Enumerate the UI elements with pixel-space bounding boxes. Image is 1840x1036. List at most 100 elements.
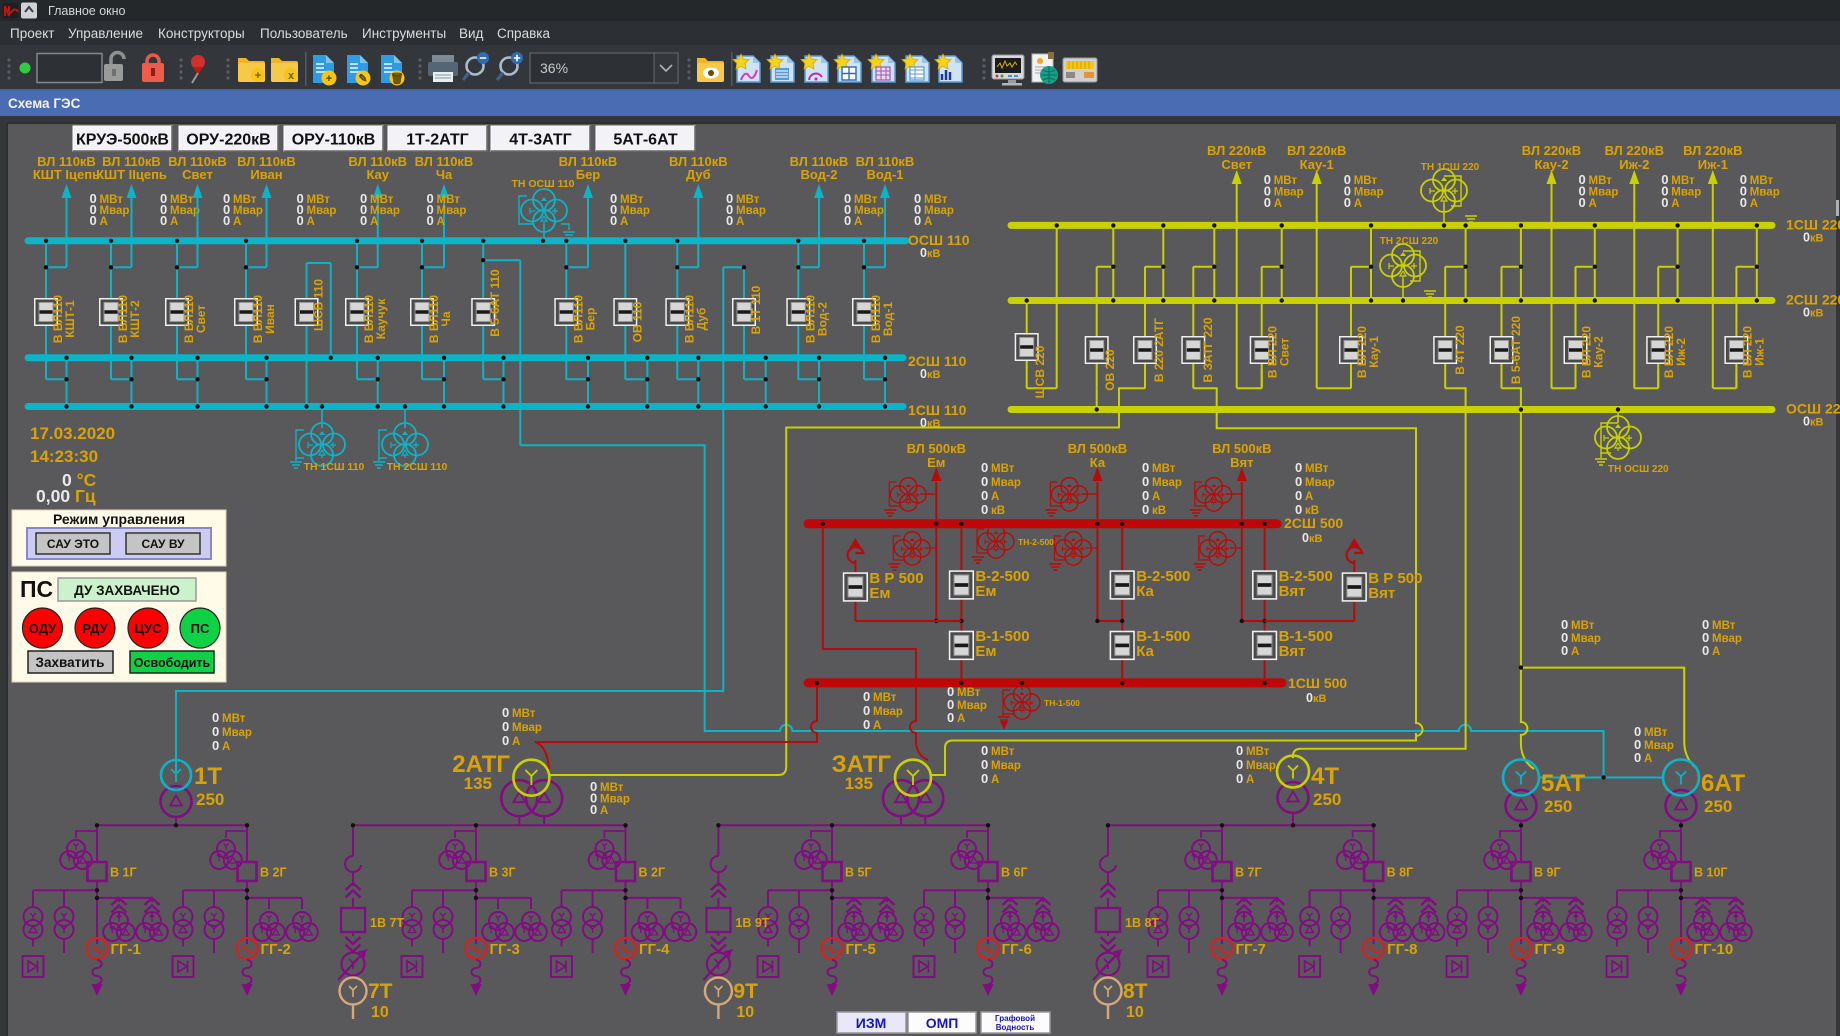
- svg-text:Ка: Ка: [1136, 583, 1154, 600]
- svg-text:0: 0: [981, 460, 988, 475]
- svg-text:Иж-1: Иж-1: [1752, 338, 1766, 366]
- svg-text:В 220 2АТГ: В 220 2АТГ: [1152, 318, 1166, 382]
- svg-text:0: 0: [1295, 474, 1302, 489]
- svg-text:В 2Г: В 2Г: [639, 866, 666, 880]
- svg-text:0: 0: [223, 213, 230, 228]
- svg-text:ОСШ 110: ОСШ 110: [908, 232, 970, 248]
- svg-text:МВт: МВт: [1274, 175, 1298, 187]
- svg-text:МВт: МВт: [512, 708, 536, 720]
- svg-text:10: 10: [736, 1004, 754, 1021]
- svg-text:Схема ГЭС: Схема ГЭС: [8, 96, 81, 111]
- svg-text:САУ ВУ: САУ ВУ: [141, 537, 185, 551]
- svg-text:РДУ: РДУ: [82, 621, 108, 636]
- svg-text:А: А: [512, 736, 520, 748]
- svg-text:Иван: Иван: [263, 304, 277, 334]
- svg-text:МВт: МВт: [1305, 463, 1329, 475]
- svg-text:Мвар: Мвар: [1750, 187, 1780, 199]
- svg-text:0: 0: [981, 743, 988, 758]
- svg-text:В 1Т 110: В 1Т 110: [749, 285, 763, 334]
- svg-text:Главное окно: Главное окно: [48, 4, 126, 18]
- svg-text:0: 0: [1236, 771, 1243, 786]
- svg-text:В 5-6АТ 110: В 5-6АТ 110: [488, 269, 502, 337]
- svg-text:Инструменты: Инструменты: [362, 26, 446, 41]
- svg-text:0кВ: 0кВ: [1803, 415, 1823, 429]
- svg-text:А: А: [736, 216, 744, 228]
- svg-text:1В 7Т: 1В 7Т: [370, 916, 404, 930]
- svg-text:8Т: 8Т: [1123, 980, 1148, 1003]
- svg-text:Захватить: Захватить: [36, 655, 105, 670]
- svg-text:14:23:30: 14:23:30: [30, 447, 98, 466]
- svg-text:Водность: Водность: [996, 1023, 1035, 1032]
- svg-text:А: А: [620, 216, 628, 228]
- svg-text:0: 0: [1579, 195, 1586, 210]
- svg-text:А: А: [1274, 198, 1282, 210]
- svg-text:Ем: Ем: [869, 585, 890, 602]
- svg-text:Мвар: Мвар: [1644, 740, 1674, 752]
- svg-text:0: 0: [981, 502, 988, 517]
- svg-text:0: 0: [1295, 460, 1302, 475]
- svg-text:0: 0: [427, 213, 434, 228]
- svg-text:Свет: Свет: [1278, 338, 1292, 366]
- svg-text:0: 0: [212, 724, 219, 739]
- svg-text:7Т: 7Т: [368, 980, 393, 1003]
- svg-text:А: А: [222, 741, 230, 753]
- svg-text:5АТ: 5АТ: [1541, 770, 1585, 797]
- svg-text:+: +: [255, 70, 261, 82]
- svg-text:0: 0: [914, 213, 921, 228]
- svg-text:Вод-1: Вод-1: [881, 302, 895, 336]
- svg-text:x: x: [288, 70, 295, 82]
- svg-text:Иж-2: Иж-2: [1619, 157, 1649, 172]
- svg-text:А: А: [924, 216, 932, 228]
- svg-text:Вят: Вят: [1279, 583, 1306, 600]
- svg-text:МВт: МВт: [1589, 175, 1613, 187]
- svg-text:0кВ: 0кВ: [1302, 531, 1322, 545]
- svg-text:0: 0: [981, 771, 988, 786]
- svg-text:250: 250: [1704, 797, 1732, 816]
- svg-text:МВт: МВт: [222, 713, 246, 725]
- svg-text:А: А: [1571, 646, 1579, 658]
- svg-text:МВт: МВт: [1152, 463, 1176, 475]
- svg-text:Кау-1: Кау-1: [1367, 336, 1381, 368]
- svg-text:1В 9Т: 1В 9Т: [735, 916, 769, 930]
- svg-text:0: 0: [726, 213, 733, 228]
- svg-text:А: А: [1305, 491, 1313, 503]
- svg-text:ОСШ 220: ОСШ 220: [1786, 401, 1840, 417]
- svg-text:0: 0: [863, 689, 870, 704]
- svg-text:Вят: Вят: [1230, 455, 1253, 470]
- svg-text:ГГ-10: ГГ-10: [1695, 941, 1734, 958]
- svg-text:Мвар: Мвар: [1571, 633, 1601, 645]
- svg-text:0кВ: 0кВ: [920, 367, 940, 381]
- svg-text:КШТ-2: КШТ-2: [128, 300, 142, 338]
- svg-text:МВт: МВт: [991, 463, 1015, 475]
- svg-text:Мвар: Мвар: [1589, 187, 1619, 199]
- svg-text:КШТ Іцепь: КШТ Іцепь: [33, 167, 100, 182]
- svg-text:ШСВ 220: ШСВ 220: [1033, 345, 1047, 398]
- svg-text:ЦУС: ЦУС: [135, 621, 163, 636]
- svg-text:Мвар: Мвар: [1274, 187, 1304, 199]
- svg-text:А: А: [100, 216, 108, 228]
- svg-text:ОРУ-220кВ: ОРУ-220кВ: [186, 132, 270, 149]
- svg-text:В 10Г: В 10Г: [1694, 866, 1728, 880]
- svg-text:ОДУ: ОДУ: [29, 621, 57, 636]
- svg-text:Мвар: Мвар: [600, 794, 630, 806]
- svg-text:36%: 36%: [540, 60, 568, 76]
- svg-text:КРУЭ-500кВ: КРУЭ-500кВ: [76, 132, 169, 149]
- svg-text:Дуб: Дуб: [686, 167, 711, 182]
- svg-text:А: А: [873, 720, 881, 732]
- svg-text:ТН ОСШ 220: ТН ОСШ 220: [1608, 464, 1669, 475]
- svg-text:Пользователь: Пользователь: [260, 26, 348, 41]
- svg-text:Вид: Вид: [459, 26, 484, 41]
- svg-text:0: 0: [502, 719, 509, 734]
- svg-text:ТН 2СШ 110: ТН 2СШ 110: [387, 461, 448, 473]
- svg-text:Бер: Бер: [583, 308, 597, 331]
- svg-text:Мвар: Мвар: [1671, 187, 1701, 199]
- svg-text:Ем: Ем: [975, 643, 996, 660]
- svg-text:А: А: [991, 491, 999, 503]
- svg-text:0: 0: [1264, 195, 1271, 210]
- svg-text:КШТ-1: КШТ-1: [63, 300, 77, 338]
- svg-text:0: 0: [1142, 474, 1149, 489]
- svg-text:Ем: Ем: [927, 455, 945, 470]
- svg-text:ВЛ 500кВ: ВЛ 500кВ: [1212, 441, 1271, 456]
- svg-text:0: 0: [947, 710, 954, 725]
- svg-text:ВЛ 220кВ: ВЛ 220кВ: [1605, 143, 1664, 158]
